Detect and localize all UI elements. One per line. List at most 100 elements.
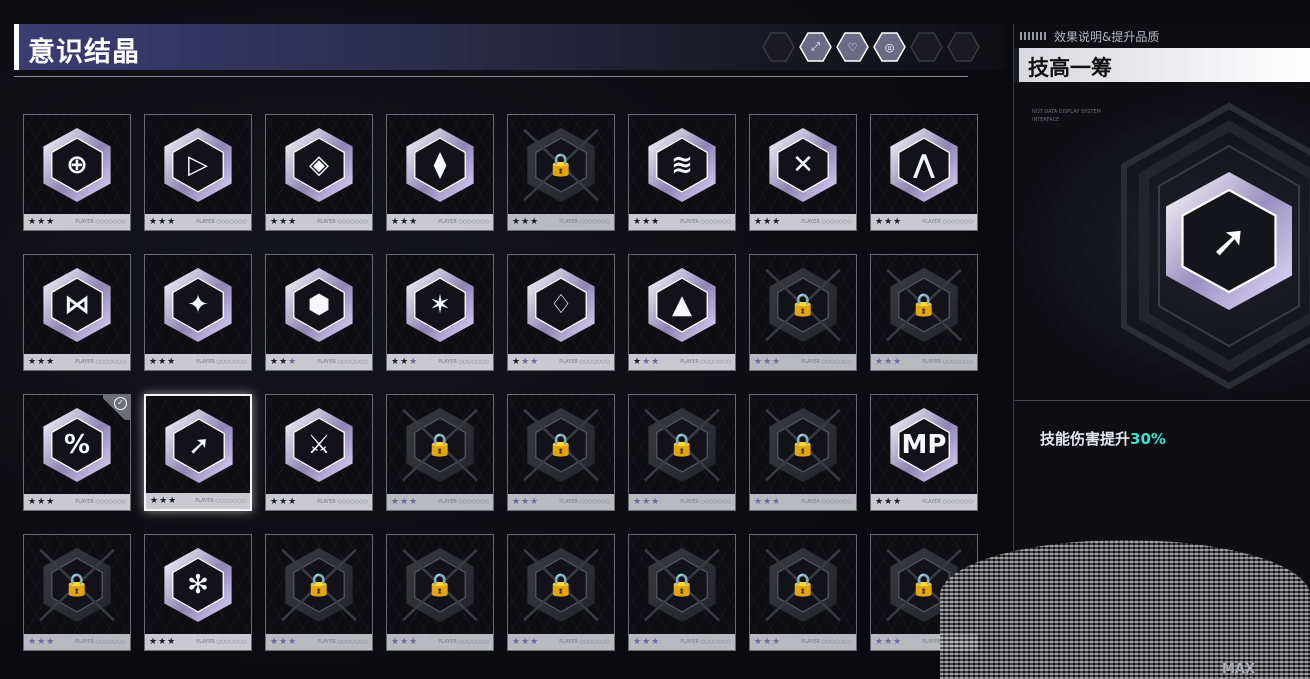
crystal-emblem: ⧫: [398, 123, 482, 207]
star-rating: ★★★: [391, 637, 419, 647]
crystal-card[interactable]: ≋ ★★★ PLAYER ○○○○○○○: [628, 114, 736, 231]
card-footer: ★★★ PLAYER ○○○○○○○: [387, 354, 493, 370]
star-rating: ★★★: [875, 217, 903, 227]
card-tag: PLAYER ○○○○○○○: [317, 499, 368, 505]
lock-icon: 🔒: [426, 572, 454, 598]
filter-hex-3[interactable]: ◎: [873, 32, 906, 62]
card-footer: ★★★ PLAYER ○○○○○○○: [871, 214, 977, 230]
crystal-card[interactable]: ⚔ ★★★ PLAYER ○○○○○○○: [265, 394, 373, 511]
crystal-card[interactable]: ➚ ★★★ PLAYER ○○○○○○○: [144, 394, 252, 511]
card-footer: ★★★ PLAYER ○○○○○○○: [629, 214, 735, 230]
crystal-symbol-icon: ⬢: [307, 290, 331, 320]
card-tag: PLAYER ○○○○○○○: [680, 219, 731, 225]
card-footer: ★★★ PLAYER ○○○○○○○: [146, 493, 250, 509]
card-tag: PLAYER ○○○○○○○: [317, 639, 368, 645]
crystal-card-locked[interactable]: 🔒 ★★★ PLAYER ○○○○○○○: [507, 534, 615, 651]
crystal-card-locked[interactable]: 🔒 ★★★ PLAYER ○○○○○○○: [23, 534, 131, 651]
crystal-card[interactable]: ✶ ★★★ PLAYER ○○○○○○○: [386, 254, 494, 371]
crystal-card[interactable]: ◈ ★★★ PLAYER ○○○○○○○: [265, 114, 373, 231]
filter-hex-2[interactable]: ♡: [836, 32, 869, 62]
card-footer: ★★★ PLAYER ○○○○○○○: [24, 634, 130, 650]
crystal-card[interactable]: ⬢ ★★★ PLAYER ○○○○○○○: [265, 254, 373, 371]
star-rating: ★★★: [875, 357, 903, 367]
crystal-emblem: 🔒: [398, 543, 482, 627]
card-tag: PLAYER ○○○○○○○: [559, 359, 610, 365]
crystal-card-locked[interactable]: 🔒 ★★★ PLAYER ○○○○○○○: [507, 114, 615, 231]
crystal-symbol-icon: ✶: [429, 290, 451, 320]
star-rating: ★★★: [754, 357, 782, 367]
crystal-emblem: 🔒: [640, 403, 724, 487]
card-tag: PLAYER ○○○○○○○: [317, 219, 368, 225]
crystal-symbol-icon: ✻: [187, 570, 209, 600]
star-rating: ★★★: [875, 497, 903, 507]
crystal-card[interactable]: ⋈ ★★★ PLAYER ○○○○○○○: [23, 254, 131, 371]
card-footer: ★★★ PLAYER ○○○○○○○: [629, 494, 735, 510]
star-rating: ★★★: [270, 217, 298, 227]
crystal-card[interactable]: ▲ ★★★ PLAYER ○○○○○○○: [628, 254, 736, 371]
crystal-card[interactable]: ▷ ★★★ PLAYER ○○○○○○○: [144, 114, 252, 231]
crystal-card-locked[interactable]: 🔒 ★★★ PLAYER ○○○○○○○: [386, 534, 494, 651]
effect-text: 技能伤害提升: [1040, 430, 1131, 448]
crystal-card[interactable]: ⧫ ★★★ PLAYER ○○○○○○○: [386, 114, 494, 231]
card-footer: ★★★ PLAYER ○○○○○○○: [629, 354, 735, 370]
panel-subtitle: 效果说明&提升品质: [1014, 28, 1310, 46]
crystal-card-locked[interactable]: 🔒 ★★★ PLAYER ○○○○○○○: [749, 254, 857, 371]
card-footer: ★★★ PLAYER ○○○○○○○: [387, 494, 493, 510]
crystal-symbol-icon: ▷: [188, 150, 208, 180]
crystal-card[interactable]: ♢ ★★★ PLAYER ○○○○○○○: [507, 254, 615, 371]
card-tag: PLAYER ○○○○○○○: [75, 359, 126, 365]
crystal-card[interactable]: MP ★★★ PLAYER ○○○○○○○: [870, 394, 978, 511]
crystal-card[interactable]: ⋀ ★★★ PLAYER ○○○○○○○: [870, 114, 978, 231]
crystal-symbol-icon: ⋈: [64, 290, 90, 320]
crystal-card[interactable]: ⊕ ★★★ PLAYER ○○○○○○○: [23, 114, 131, 231]
card-tag: PLAYER ○○○○○○○: [801, 359, 852, 365]
crystal-emblem: 🔒: [640, 543, 724, 627]
lock-icon: 🔒: [547, 152, 575, 178]
crystal-card-locked[interactable]: 🔒 ★★★ PLAYER ○○○○○○○: [870, 254, 978, 371]
crystal-emblem: ⋀: [882, 123, 966, 207]
dots-decoration: [1020, 32, 1048, 40]
crystal-emblem: 🔒: [519, 543, 603, 627]
crystal-card[interactable]: ✻ ★★★ PLAYER ○○○○○○○: [144, 534, 252, 651]
lock-icon: 🔒: [910, 292, 938, 318]
filter-icon: [910, 32, 943, 62]
crystal-symbol-icon: ⧫: [433, 150, 447, 180]
star-rating: ★★★: [754, 217, 782, 227]
crystal-card-locked[interactable]: 🔒 ★★★ PLAYER ○○○○○○○: [749, 394, 857, 511]
filter-hex-4[interactable]: [910, 32, 943, 62]
lock-icon: 🔒: [547, 572, 575, 598]
lock-icon: 🔒: [547, 432, 575, 458]
crystal-card-locked[interactable]: 🔒 ★★★ PLAYER ○○○○○○○: [628, 394, 736, 511]
lock-icon: 🔒: [789, 432, 817, 458]
crystal-card-locked[interactable]: 🔒 ★★★ PLAYER ○○○○○○○: [386, 394, 494, 511]
crystal-symbol-icon: ♢: [549, 290, 573, 320]
effect-description: 技能伤害提升30%: [1040, 428, 1166, 449]
crystal-card[interactable]: ✕ ★★★ PLAYER ○○○○○○○: [749, 114, 857, 231]
crystal-emblem: 🔒: [519, 403, 603, 487]
card-tag: PLAYER ○○○○○○○: [801, 219, 852, 225]
card-tag: PLAYER ○○○○○○○: [317, 359, 368, 365]
crystal-card-locked[interactable]: 🔒 ★★★ PLAYER ○○○○○○○: [749, 534, 857, 651]
crystal-card[interactable]: ✦ ★★★ PLAYER ○○○○○○○: [144, 254, 252, 371]
crystal-card-locked[interactable]: 🔒 ★★★ PLAYER ○○○○○○○: [265, 534, 373, 651]
card-footer: ★★★ PLAYER ○○○○○○○: [266, 494, 372, 510]
card-tag: PLAYER ○○○○○○○: [922, 219, 973, 225]
card-footer: ★★★ PLAYER ○○○○○○○: [871, 354, 977, 370]
max-label: MAX: [1222, 662, 1256, 677]
card-tag: PLAYER ○○○○○○○: [438, 499, 489, 505]
star-rating: ★★★: [150, 496, 178, 506]
crystal-symbol-icon: ◈: [309, 150, 329, 180]
card-tag: PLAYER ○○○○○○○: [438, 219, 489, 225]
crystal-emblem: 🔒: [519, 123, 603, 207]
filter-hex-0[interactable]: [762, 32, 795, 62]
crystal-card[interactable]: % ★★★ PLAYER ○○○○○○○ ✓: [23, 394, 131, 511]
star-rating: ★★★: [28, 357, 56, 367]
star-rating: ★★★: [512, 637, 540, 647]
crystal-card-locked[interactable]: 🔒 ★★★ PLAYER ○○○○○○○: [628, 534, 736, 651]
lock-icon: 🔒: [668, 572, 696, 598]
filter-hex-1[interactable]: ⤢: [799, 32, 832, 62]
star-rating: ★★★: [633, 357, 661, 367]
crystal-card-locked[interactable]: 🔒 ★★★ PLAYER ○○○○○○○: [507, 394, 615, 511]
title-underline: [14, 76, 968, 77]
filter-hex-5[interactable]: [947, 32, 980, 62]
